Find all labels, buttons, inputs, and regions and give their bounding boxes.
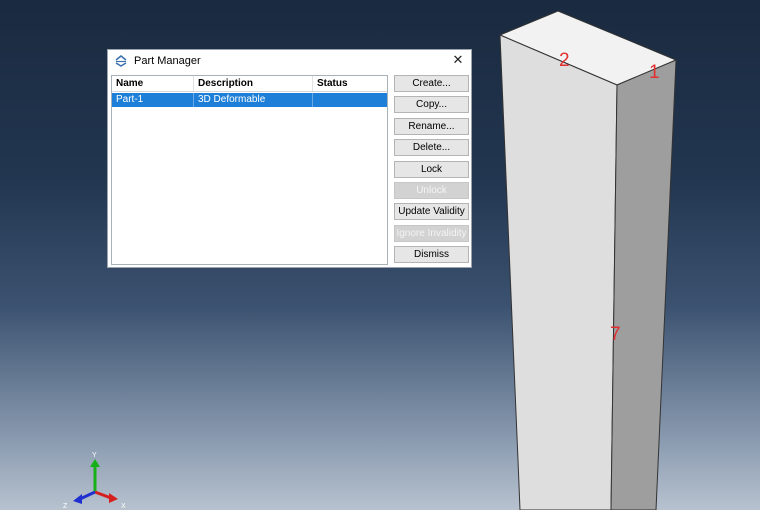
y-axis-label: Y [92, 452, 97, 459]
close-icon[interactable]: ✕ [451, 53, 465, 67]
cell-status [313, 93, 387, 107]
block-front-face [499, 34, 618, 510]
z-axis-label: Z [63, 503, 68, 510]
dismiss-button[interactable]: Dismiss [394, 246, 469, 264]
rename-button[interactable]: Rename... [394, 117, 469, 135]
x-axis-arrow [109, 493, 118, 503]
block-side-face [610, 59, 677, 510]
update-validity-button[interactable]: Update Validity [394, 203, 469, 221]
column-header-status[interactable]: Status [313, 76, 387, 91]
x-axis-line [94, 490, 112, 500]
cell-description: 3D Deformable [194, 93, 313, 107]
action-buttons: Create... Copy... Rename... Delete... Lo… [394, 75, 470, 268]
dialog-titlebar[interactable]: Part Manager [108, 50, 471, 72]
column-header-name[interactable]: Name [112, 76, 194, 91]
edge-label-vertical: 7 [610, 324, 621, 345]
z-axis-arrow [73, 494, 82, 504]
y-axis-arrow [90, 459, 100, 467]
copy-button[interactable]: Copy... [394, 96, 469, 114]
create-button[interactable]: Create... [394, 75, 469, 92]
lock-button[interactable]: Lock [394, 160, 469, 178]
x-axis-label: X [121, 503, 126, 510]
ignore-invalidity-button[interactable]: Ignore Invalidity [394, 224, 469, 242]
z-axis-line [79, 490, 96, 501]
column-header-description[interactable]: Description [194, 76, 313, 91]
unlock-button[interactable]: Unlock [394, 181, 469, 199]
dialog-title: Part Manager [134, 55, 201, 67]
cell-name: Part-1 [112, 93, 194, 107]
corner-label: 1 [649, 62, 660, 83]
view-triad: Y X Z [63, 452, 126, 510]
table-header: Name Description Status [112, 76, 387, 92]
edge-label-top: 2 [559, 50, 570, 71]
part-manager-dialog: Part Manager ✕ Name Description Status P… [107, 49, 472, 268]
delete-button[interactable]: Delete... [394, 139, 469, 157]
parts-table[interactable]: Name Description Status Part-1 3D Deform… [111, 75, 388, 265]
app-icon [114, 54, 128, 68]
table-row[interactable]: Part-1 3D Deformable [112, 93, 387, 107]
